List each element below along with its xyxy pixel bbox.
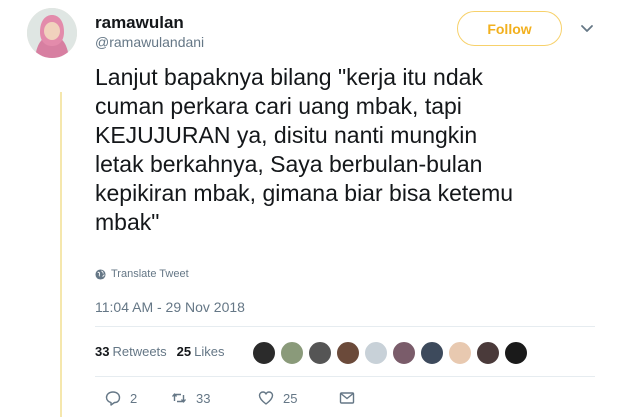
timestamp[interactable]: 11:04 AM - 29 Nov 2018: [95, 299, 245, 315]
liker-avatar[interactable]: [252, 341, 276, 365]
user-handle[interactable]: @ramawulandani: [95, 34, 204, 50]
retweets-stat[interactable]: 33 Retweets: [95, 344, 167, 359]
tweet-stats: 33 Retweets 25 Likes: [95, 344, 225, 359]
follow-button[interactable]: Follow: [457, 11, 562, 46]
liker-avatar[interactable]: [476, 341, 500, 365]
likes-count: 25: [176, 344, 192, 359]
retweets-label: Retweets: [112, 344, 167, 359]
heart-icon[interactable]: [258, 390, 274, 406]
reply-action[interactable]: 2: [105, 390, 137, 406]
liker-avatar[interactable]: [448, 341, 472, 365]
direct-message-action[interactable]: [339, 390, 355, 406]
likes-label: Likes: [194, 344, 225, 359]
avatar[interactable]: [27, 8, 77, 58]
liker-avatar[interactable]: [280, 341, 304, 365]
chevron-down-icon[interactable]: [580, 22, 594, 36]
tweet-actions: 2 33 25: [105, 390, 565, 410]
like-action[interactable]: 25: [258, 390, 297, 406]
thread-line: [60, 92, 62, 417]
reply-icon[interactable]: [105, 390, 121, 406]
liker-avatar[interactable]: [308, 341, 332, 365]
divider: [95, 376, 595, 377]
retweets-count: 33: [95, 344, 110, 359]
envelope-icon[interactable]: [339, 390, 355, 406]
liker-avatar[interactable]: [392, 341, 416, 365]
liker-avatar[interactable]: [336, 341, 360, 365]
globe-icon: [95, 268, 106, 280]
display-name[interactable]: ramawulan: [95, 13, 184, 33]
translate-tweet-link[interactable]: Translate Tweet: [95, 268, 189, 280]
retweet-action[interactable]: 33: [171, 390, 210, 406]
retweet-icon[interactable]: [171, 390, 187, 406]
tweet-text: Lanjut bapaknya bilang "kerja itu ndak c…: [95, 64, 514, 235]
reply-count: 2: [130, 390, 138, 406]
liker-avatar[interactable]: [364, 341, 388, 365]
retweet-count: 33: [196, 390, 211, 406]
liker-avatar[interactable]: [504, 341, 528, 365]
likes-stat[interactable]: 25 Likes: [177, 344, 225, 359]
divider: [95, 326, 595, 327]
translate-label[interactable]: Translate Tweet: [111, 268, 189, 280]
liker-avatar[interactable]: [420, 341, 444, 365]
like-count: 25: [283, 390, 298, 406]
liker-avatars: [252, 341, 528, 365]
